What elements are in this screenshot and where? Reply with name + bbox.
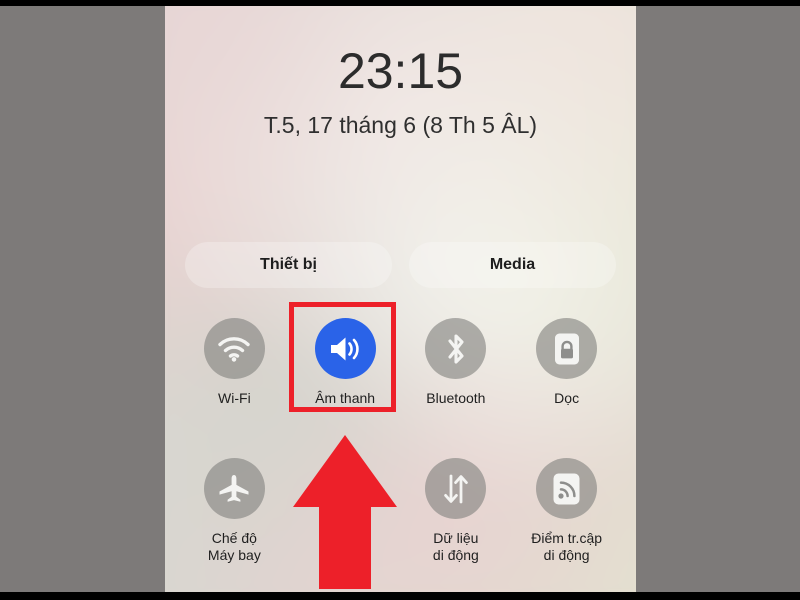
letterbox-right	[636, 6, 800, 592]
tab-thiet-bi-label: Thiết bị	[260, 256, 317, 273]
toggle-wifi-label: Wi-Fi	[218, 390, 251, 406]
rotation-lock-circle[interactable]	[536, 318, 598, 379]
tab-thiet-bi[interactable]: Thiết bị	[185, 242, 392, 288]
clock-time: 23:15	[337, 43, 464, 99]
wifi-circle[interactable]	[203, 318, 265, 379]
tab-media-label: Media	[489, 256, 536, 273]
airplane-circle[interactable]	[203, 458, 265, 519]
airplane-icon	[217, 473, 251, 505]
sound-circle[interactable]	[314, 318, 376, 379]
obscured-circle[interactable]	[314, 458, 376, 519]
sound-icon	[328, 334, 362, 364]
toggle-am-thanh-label: Âm thanh	[315, 390, 376, 406]
screenshot-stage: 23:15 T.5, 17 tháng 6 (8 Th 5 ÂL) Thiết …	[0, 0, 800, 600]
toggle-du-lieu-di-dong[interactable]: Dữ liệu di động	[401, 458, 512, 564]
mobile-data-icon	[441, 473, 471, 505]
toggle-che-do-may-bay[interactable]: Chế độ Máy bay	[179, 458, 290, 564]
quick-toggle-row-1: Wi-Fi Âm thanh Bluetooth Dọc	[179, 318, 622, 407]
mobile-data-circle[interactable]	[425, 458, 487, 519]
toggle-wifi[interactable]: Wi-Fi	[179, 318, 290, 407]
phone-screen: 23:15 T.5, 17 tháng 6 (8 Th 5 ÂL) Thiết …	[165, 6, 636, 592]
hotspot-circle[interactable]	[536, 458, 598, 519]
bluetooth-circle[interactable]	[425, 318, 487, 379]
toggle-doc[interactable]: Dọc	[511, 318, 622, 407]
quick-toggle-row-2: Chế độ Máy bay Dữ liệu di động Điểm tr.c…	[179, 458, 622, 564]
toggle-du-lieu-di-dong-label: Dữ liệu di động	[432, 530, 479, 564]
toggle-bluetooth-label: Bluetooth	[426, 390, 486, 406]
toggle-doc-label: Dọc	[554, 390, 580, 406]
bluetooth-icon	[443, 332, 469, 366]
lockscreen-clock: 23:15 T.5, 17 tháng 6 (8 Th 5 ÂL)	[165, 46, 636, 139]
clock-date: T.5, 17 tháng 6 (8 Th 5 ÂL)	[263, 112, 538, 138]
letterbox-left	[0, 6, 165, 592]
toggle-che-do-may-bay-label: Chế độ Máy bay	[207, 530, 261, 564]
tab-media[interactable]: Media	[409, 242, 616, 288]
hotspot-icon	[552, 472, 581, 506]
toggle-am-thanh[interactable]: Âm thanh	[290, 318, 401, 407]
rotation-lock-icon	[553, 332, 581, 366]
toggle-bluetooth[interactable]: Bluetooth	[401, 318, 512, 407]
toggle-diem-truy-cap[interactable]: Điểm tr.cập di động	[511, 458, 622, 564]
toggle-diem-truy-cap-label: Điểm tr.cập di động	[531, 530, 603, 564]
panel-tabs: Thiết bị Media	[185, 242, 616, 288]
wifi-icon	[217, 335, 251, 362]
toggle-obscured[interactable]	[290, 458, 401, 564]
